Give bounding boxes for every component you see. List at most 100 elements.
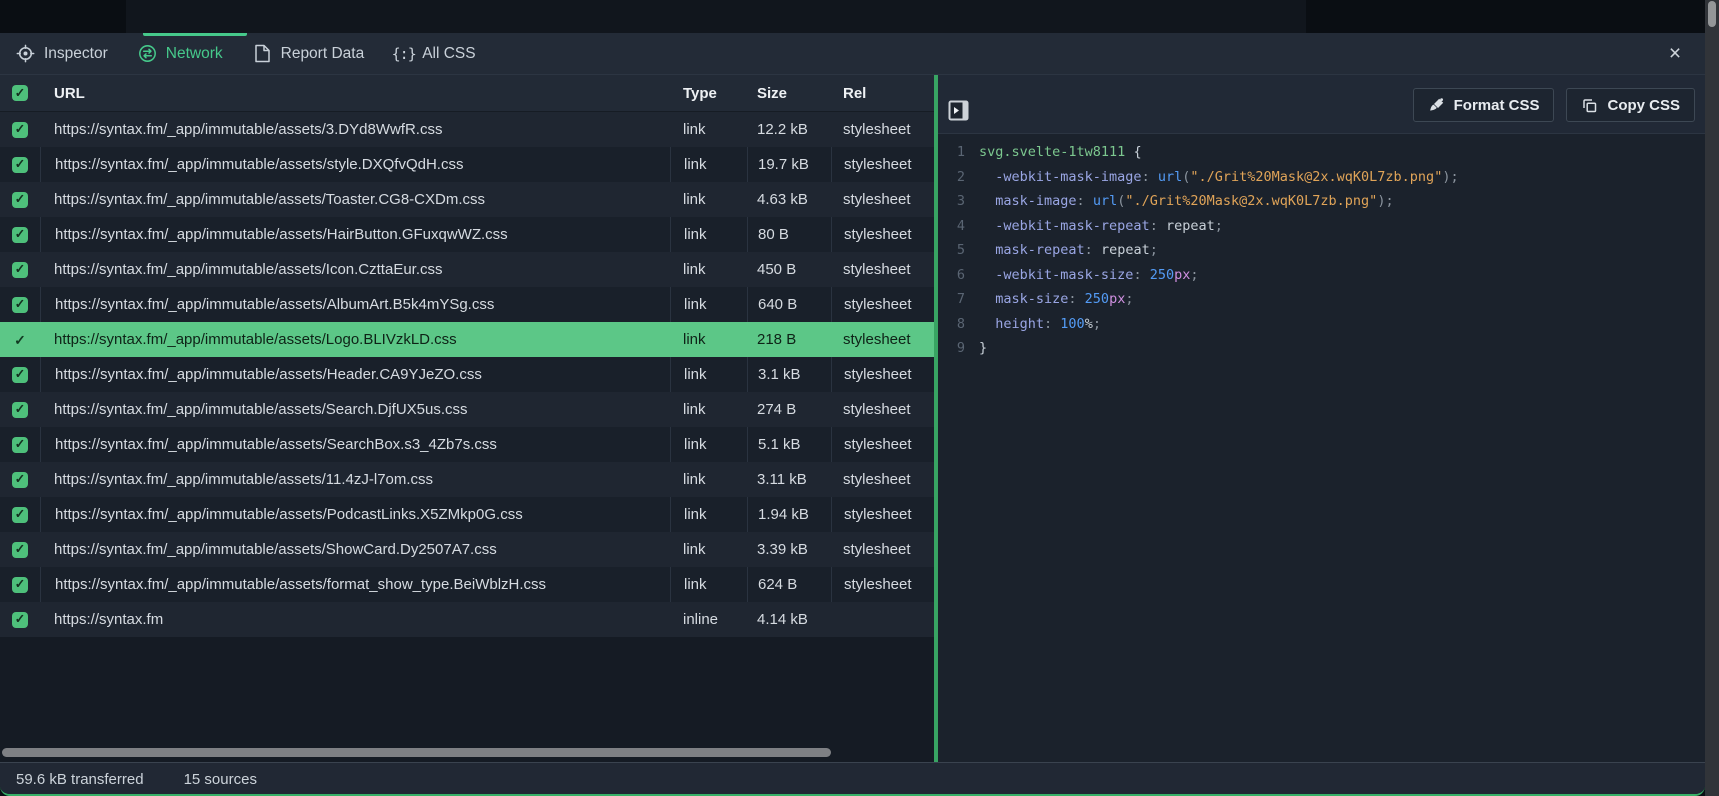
row-checkbox-cell: ✓	[0, 462, 40, 497]
close-button[interactable]: ×	[1664, 43, 1686, 65]
code-line: 9}	[938, 336, 1705, 361]
tab-report-data[interactable]: Report Data	[253, 44, 365, 63]
table-row[interactable]: ✓https://syntax.fm/_app/immutable/assets…	[0, 252, 934, 287]
size-cell: 3.11 kB	[747, 462, 831, 497]
size-cell: 3.39 kB	[747, 532, 831, 567]
table-row[interactable]: ✓https://syntax.fm/_app/immutable/assets…	[0, 287, 934, 322]
row-checkbox[interactable]: ✓	[12, 332, 28, 348]
tab-bar: Inspector Network Report Data {:}All CSS ×	[0, 33, 1705, 75]
table-row[interactable]: ✓https://syntax.fm/_app/immutable/assets…	[0, 427, 934, 462]
column-header-rel[interactable]: Rel	[831, 75, 934, 111]
table-header: ✓ URL Type Size Rel	[0, 75, 934, 112]
line-number: 5	[938, 238, 965, 263]
table-row[interactable]: ✓https://syntax.fm/_app/immutable/assets…	[0, 497, 934, 532]
row-checkbox[interactable]: ✓	[12, 192, 28, 208]
url-cell: https://syntax.fm/_app/immutable/assets/…	[40, 392, 670, 427]
row-checkbox[interactable]: ✓	[12, 437, 28, 453]
type-cell: link	[670, 532, 747, 567]
tab-network[interactable]: Network	[138, 44, 223, 63]
row-checkbox-cell: ✓	[0, 217, 40, 252]
url-cell: https://syntax.fm/_app/immutable/assets/…	[40, 567, 670, 602]
row-checkbox-cell: ✓	[0, 147, 40, 182]
row-checkbox[interactable]: ✓	[12, 297, 28, 313]
type-cell: link	[670, 357, 747, 392]
code-text: svg.svelte-1tw8111 {	[979, 140, 1142, 165]
size-cell: 450 B	[747, 252, 831, 287]
table-row[interactable]: ✓ https://syntax.fm/_app/immutable/assets…	[0, 147, 934, 182]
page-background-block	[0, 0, 126, 33]
row-checkbox-cell: ✓	[0, 252, 40, 287]
table-row[interactable]: ✓https://syntax.fm/_app/immutable/assets…	[0, 532, 934, 567]
rel-cell: stylesheet	[831, 217, 934, 252]
row-checkbox-cell: ✓	[0, 427, 40, 462]
table-row[interactable]: ✓ https://syntax.fm/_app/immutable/assets…	[0, 217, 934, 252]
row-checkbox[interactable]: ✓	[12, 577, 28, 593]
page-scrollbar-thumb[interactable]	[1708, 1, 1716, 27]
all-css-icon: {:}	[394, 44, 413, 63]
table-row[interactable]: ✓https://syntax.fm/_app/immutable/assets…	[0, 357, 934, 392]
row-checkbox[interactable]: ✓	[12, 472, 28, 488]
type-cell: link	[670, 427, 747, 462]
devtools-content: ✓ URL Type Size Rel ✓ https://syntax.fm/_…	[0, 75, 1705, 762]
tab-inspector[interactable]: Inspector	[16, 44, 108, 63]
rel-cell: stylesheet	[831, 532, 934, 567]
line-number: 2	[938, 165, 965, 190]
copy-css-button[interactable]: Copy CSS	[1566, 88, 1695, 122]
code-editor: 1svg.svelte-1tw8111 {2 -webkit-mask-imag…	[938, 134, 1705, 762]
rel-cell: stylesheet	[831, 112, 934, 147]
sidebar-toggle-button[interactable]	[948, 100, 969, 121]
code-text: -webkit-mask-size: 250px;	[979, 263, 1199, 288]
row-checkbox-cell: ✓	[0, 602, 40, 637]
column-header-url[interactable]: URL	[40, 75, 670, 111]
row-checkbox[interactable]: ✓	[12, 157, 28, 173]
row-checkbox[interactable]: ✓	[12, 122, 28, 138]
line-number: 8	[938, 312, 965, 337]
code-line: 2 -webkit-mask-image: url("./Grit%20Mask…	[938, 165, 1705, 190]
rel-cell: stylesheet	[831, 182, 934, 217]
code-toolbar: Format CSS Copy CSS	[938, 75, 1705, 134]
column-header-type[interactable]: Type	[670, 75, 747, 111]
type-cell: link	[670, 567, 747, 602]
size-cell: 1.94 kB	[747, 497, 831, 532]
table-row[interactable]: ✓ https://syntax.fm/_app/immutable/assets…	[0, 567, 934, 602]
row-checkbox[interactable]: ✓	[12, 542, 28, 558]
url-cell: https://syntax.fm/_app/immutable/assets/…	[40, 217, 670, 252]
row-checkbox-cell: ✓	[0, 357, 40, 392]
inspector-icon	[16, 44, 35, 63]
line-number: 9	[938, 336, 965, 361]
type-cell: inline	[670, 602, 747, 637]
devtools-panel: InspectorNetworkReport Data{:}All CSS × …	[0, 33, 1705, 796]
row-checkbox[interactable]: ✓	[12, 367, 28, 383]
table-row[interactable]: ✓https://syntax.fminline4.14 kB	[0, 602, 934, 637]
type-cell: link	[670, 287, 747, 322]
page-background-block: Selectors	[1306, 0, 1705, 33]
code-panel: Format CSS Copy CSS 1svg.svelte-1tw8111 …	[938, 75, 1705, 762]
row-checkbox-cell: ✓	[0, 182, 40, 217]
page-scrollbar	[1705, 0, 1719, 796]
url-cell: https://syntax.fm/_app/immutable/assets/…	[40, 147, 670, 182]
format-css-button[interactable]: Format CSS	[1413, 88, 1555, 122]
table-row[interactable]: ✓https://syntax.fm/_app/immutable/assets…	[0, 182, 934, 217]
tab-all-css[interactable]: {:}All CSS	[394, 44, 475, 63]
header-checkbox[interactable]: ✓	[12, 85, 28, 101]
row-checkbox[interactable]: ✓	[12, 262, 28, 278]
row-checkbox[interactable]: ✓	[12, 612, 28, 628]
column-header-size[interactable]: Size	[747, 75, 831, 111]
row-checkbox[interactable]: ✓	[12, 507, 28, 523]
size-cell: 624 B	[747, 567, 831, 602]
code-line: 4 -webkit-mask-repeat: repeat;	[938, 214, 1705, 239]
size-cell: 3.1 kB	[747, 357, 831, 392]
row-checkbox-cell: ✓	[0, 532, 40, 567]
table-row[interactable]: ✓https://syntax.fm/_app/immutable/assets…	[0, 322, 934, 357]
row-checkbox[interactable]: ✓	[12, 227, 28, 243]
table-row[interactable]: ✓ https://syntax.fm/_app/immutable/assets…	[0, 392, 934, 427]
code-line: 7 mask-size: 250px;	[938, 287, 1705, 312]
code-line: 8 height: 100%;	[938, 312, 1705, 337]
table-row[interactable]: ✓https://syntax.fm/_app/immutable/assets…	[0, 462, 934, 497]
url-cell: https://syntax.fm/_app/immutable/assets/…	[40, 112, 670, 147]
rel-cell: stylesheet	[831, 427, 934, 462]
row-checkbox[interactable]: ✓	[12, 402, 28, 418]
horizontal-scrollbar-thumb[interactable]	[2, 748, 831, 757]
table-row[interactable]: ✓ https://syntax.fm/_app/immutable/assets…	[0, 112, 934, 147]
rel-cell	[831, 602, 934, 637]
